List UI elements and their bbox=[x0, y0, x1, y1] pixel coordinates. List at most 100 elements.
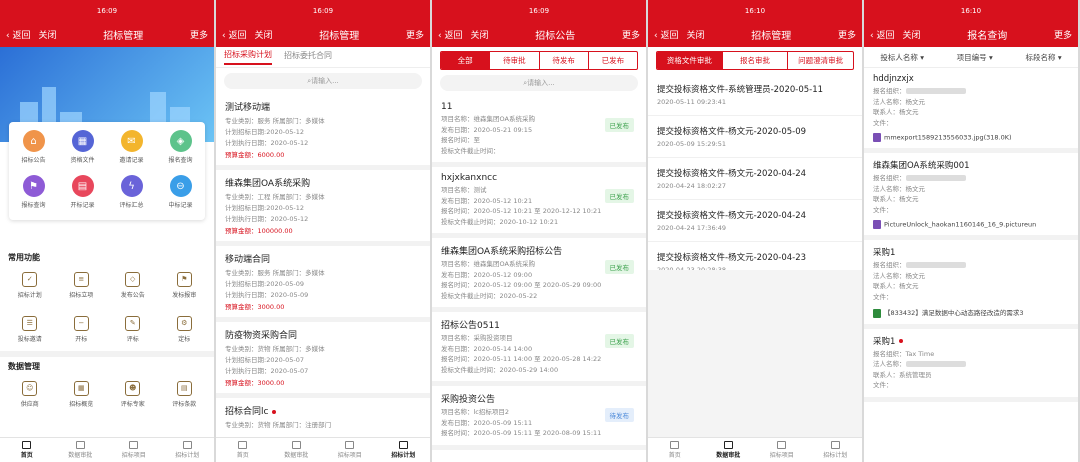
common-item[interactable]: ◇ 发布公告 bbox=[107, 263, 159, 307]
more-button[interactable]: 更多 bbox=[838, 28, 856, 41]
list-icon: ▤ bbox=[71, 175, 94, 197]
briefcase-icon bbox=[345, 441, 355, 449]
close-button[interactable]: 关闭 bbox=[254, 28, 272, 41]
attachment-link[interactable]: 【833432】满足数据中心动态路径改造的需求3 bbox=[873, 307, 1069, 318]
evaluate-icon: ✎ bbox=[125, 315, 141, 331]
status-badge: 已发布 bbox=[604, 118, 634, 132]
list-item[interactable]: 提交投标资格文件-系统管理员-2020-05-11 2020-05-11 09:2… bbox=[648, 74, 862, 116]
filter-registration[interactable]: 报名审批 bbox=[723, 52, 789, 69]
common-item[interactable]: ✓ 招标计划 bbox=[4, 263, 56, 307]
tab-plans[interactable]: 招标计划 bbox=[809, 438, 863, 462]
attachment-link[interactable]: mmexport1589213556033.jpg(318.0K) bbox=[873, 133, 1069, 142]
page-title: 招标管理 bbox=[751, 31, 792, 42]
filter-bidder-name[interactable]: 投标人名称 ▾ bbox=[880, 52, 924, 63]
sub-tabs: 招标采购计划 招标委托合同 bbox=[216, 47, 430, 68]
more-button[interactable]: 更多 bbox=[406, 28, 424, 41]
close-button[interactable]: 关闭 bbox=[470, 28, 488, 41]
list-item[interactable]: 提交投标资格文件-杨文元-2020-04-24 2020-04-24 18:02:… bbox=[648, 158, 862, 200]
title-bar: ‹ 返回 关闭 报名查询 更多 bbox=[864, 22, 1078, 47]
tab-projects[interactable]: 招标项目 bbox=[755, 438, 809, 462]
filter-clarification[interactable]: 问题澄清审批 bbox=[788, 52, 853, 69]
status-bar: 16:10 bbox=[864, 0, 1078, 22]
list-item[interactable]: 11 项目名称：维森集团OA系统采购 发布日期：2020-05-21 09:15… bbox=[432, 96, 646, 167]
data-item[interactable]: ☻ 评标专家 bbox=[107, 372, 159, 416]
tab-procurement-plan[interactable]: 招标采购计划 bbox=[224, 49, 272, 65]
list-item[interactable]: 招标合同lc 专业类别：货物 所属部门：注册部门 bbox=[216, 398, 430, 442]
list-item[interactable]: 提交投标资格文件-杨文元-2020-05-09 2020-05-09 15:29:… bbox=[648, 116, 862, 158]
filter-lot-name[interactable]: 标段名称 ▾ bbox=[1025, 52, 1061, 63]
grid-item[interactable]: ⚑ 报标查询 bbox=[9, 175, 58, 219]
page-title: 招标公告 bbox=[535, 31, 576, 42]
tab-home[interactable]: 首页 bbox=[0, 438, 54, 462]
list-item[interactable]: 维森集团OA系统采购001 报名组织： 法人名称：杨文元 联系人：杨文元 文件：… bbox=[864, 153, 1078, 240]
search-input[interactable]: ⌕ 请输入... bbox=[440, 75, 638, 91]
edit-icon bbox=[75, 441, 85, 449]
grid-item[interactable]: ▦ 资格文件 bbox=[58, 130, 107, 174]
phone-home: 16:09 ‹ 返回 关闭 招标管理 更多 ⌂ 招标公告 ▦ 资格文件 ✉ 邀请记录 … bbox=[0, 0, 214, 462]
common-item[interactable]: ✎ 评标 bbox=[107, 307, 159, 351]
back-button[interactable]: ‹ 返回 bbox=[870, 28, 894, 41]
phone-plans: 16:09 ‹ 返回 关闭 招标管理 更多 招标采购计划 招标委托合同 ⌕ 请输… bbox=[216, 0, 430, 462]
filter-project-number[interactable]: 项目编号 ▾ bbox=[957, 52, 993, 63]
tab-approval[interactable]: 数据审批 bbox=[54, 438, 108, 462]
approval-type-filter: 资格文件审批 报名审批 问题澄清审批 bbox=[656, 51, 854, 70]
list-item[interactable]: 维森集团OA系统采购 专业类别：工程 所属部门：多媒体 计划招标日期:2020-… bbox=[216, 170, 430, 246]
common-item[interactable]: ⚙ 定标 bbox=[159, 307, 211, 351]
back-button[interactable]: ‹ 返回 bbox=[654, 28, 678, 41]
tab-projects[interactable]: 招标项目 bbox=[107, 438, 161, 462]
search-input[interactable]: ⌕ 请输入... bbox=[224, 73, 422, 89]
filter-pending-publish[interactable]: 待发布 bbox=[540, 52, 589, 69]
filter-qualification[interactable]: 资格文件审批 bbox=[657, 52, 723, 69]
close-button[interactable]: 关闭 bbox=[38, 28, 56, 41]
tab-plans[interactable]: 招标计划 bbox=[161, 438, 215, 462]
list-item[interactable]: hxjxkanxncc 项目名称：测试 发布日期：2020-05-12 10:2… bbox=[432, 167, 646, 238]
common-item[interactable]: ⚑ 发标报审 bbox=[159, 263, 211, 307]
list-item[interactable]: 采购投资公告 项目名称：lc招标项目2 发布日期：2020-05-09 15:1… bbox=[432, 386, 646, 450]
back-button[interactable]: ‹ 返回 bbox=[222, 28, 246, 41]
list-item[interactable]: 测试移动端 专业类别：服务 所属部门：多媒体 计划招标日期:2020-05-12… bbox=[216, 94, 430, 170]
filter-bar: 投标人名称 ▾ 项目编号 ▾ 标段名称 ▾ bbox=[864, 47, 1078, 68]
grid-item[interactable]: ◈ 报名查询 bbox=[156, 130, 205, 174]
back-button[interactable]: ‹ 返回 bbox=[6, 28, 30, 41]
image-file-icon bbox=[873, 133, 881, 142]
common-item[interactable]: ☰ 投标邀请 bbox=[4, 307, 56, 351]
data-item[interactable]: ☺ 供应商 bbox=[4, 372, 56, 416]
data-item[interactable]: ▤ 评标条款 bbox=[159, 372, 211, 416]
grid-item[interactable]: ⊖ 中标记录 bbox=[156, 175, 205, 219]
back-button[interactable]: ‹ 返回 bbox=[438, 28, 462, 41]
list-item[interactable]: 采购1 报名组织：Tax Time 法人名称： 联系人：系统管理员 文件： bbox=[864, 329, 1078, 402]
tab-approval[interactable]: 数据审批 bbox=[702, 438, 756, 462]
data-item[interactable]: ▦ 招标概览 bbox=[56, 372, 108, 416]
grid-item[interactable]: ▤ 开标记录 bbox=[58, 175, 107, 219]
list-item[interactable]: 提交投标资格文件-杨文元-2020-04-24 2020-04-24 17:36:… bbox=[648, 200, 862, 242]
more-button[interactable]: 更多 bbox=[190, 28, 208, 41]
tab-plans[interactable]: 招标计划 bbox=[377, 438, 431, 462]
filter-published[interactable]: 已发布 bbox=[589, 52, 637, 69]
common-item[interactable]: − 开标 bbox=[56, 307, 108, 351]
status-badge: 已发布 bbox=[604, 260, 634, 274]
close-button[interactable]: 关闭 bbox=[902, 28, 920, 41]
close-button[interactable]: 关闭 bbox=[686, 28, 704, 41]
filter-all[interactable]: 全部 bbox=[441, 52, 491, 69]
common-item[interactable]: ≡ 招标立项 bbox=[56, 263, 108, 307]
grid-item[interactable]: ✉ 邀请记录 bbox=[107, 130, 156, 174]
filter-pending-approval[interactable]: 待审批 bbox=[490, 52, 540, 69]
list-item[interactable]: hddjnzxjx 报名组织： 法人名称：杨文元 联系人：杨文元 文件： mme… bbox=[864, 68, 1078, 153]
list-item[interactable]: 采购1 报名组织： 法人名称：杨文元 联系人：杨文元 文件： 【833432】满… bbox=[864, 240, 1078, 329]
more-button[interactable]: 更多 bbox=[622, 28, 640, 41]
tab-home[interactable]: 首页 bbox=[216, 438, 270, 462]
home-icon bbox=[22, 441, 32, 449]
list-item[interactable]: 招标公告0511 项目名称：采购投资项目 发布日期：2020-05-14 14:… bbox=[432, 312, 646, 386]
more-button[interactable]: 更多 bbox=[1054, 28, 1072, 41]
tab-projects[interactable]: 招标项目 bbox=[323, 438, 377, 462]
grid-item[interactable]: ϟ 评标汇总 bbox=[107, 175, 156, 219]
tab-home[interactable]: 首页 bbox=[648, 438, 702, 462]
list-item[interactable]: 移动端合同 专业类别：服务 所属部门：多媒体 计划招标日期:2020-05-09… bbox=[216, 246, 430, 322]
list-item[interactable]: 维森集团OA系统采购招标公告 项目名称：维森集团OA系统采购 发布日期：2020… bbox=[432, 238, 646, 312]
tab-approval[interactable]: 数据审批 bbox=[270, 438, 324, 462]
attachment-link[interactable]: PictureUnlock_haokan1160146_16_9.picture… bbox=[873, 220, 1069, 229]
section-title: 常用功能 bbox=[8, 253, 40, 262]
list-item[interactable]: 防疫物资采购合同 专业类别：货物 所属部门：多媒体 计划招标日期:2020-05… bbox=[216, 322, 430, 398]
tab-contracts[interactable]: 招标委托合同 bbox=[284, 50, 332, 64]
grid-item[interactable]: ⌂ 招标公告 bbox=[9, 130, 58, 174]
